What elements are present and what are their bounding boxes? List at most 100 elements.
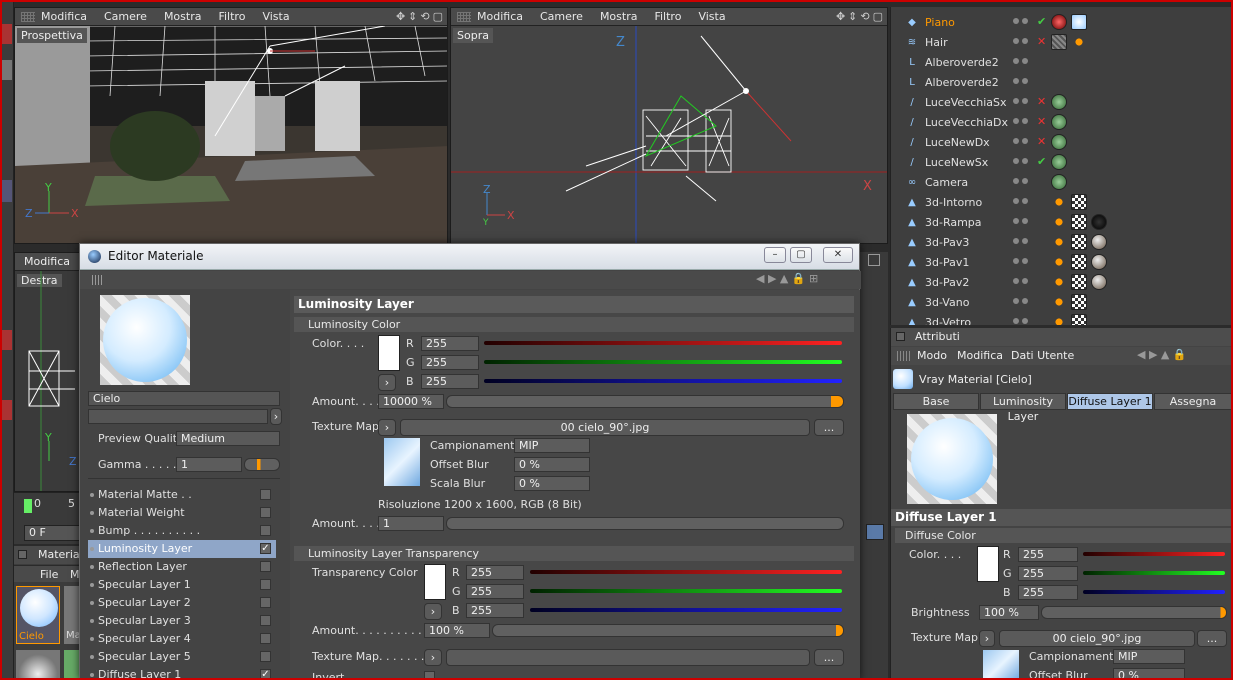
visibility-dots[interactable] xyxy=(1013,58,1028,64)
notes-arrow-button[interactable]: › xyxy=(270,408,282,425)
menu-mostra[interactable]: Mostra xyxy=(164,10,202,23)
viewport-right[interactable]: Modifica Destra Y Z xyxy=(14,252,84,492)
layer-item[interactable]: Diffuse Layer 1 ✓ xyxy=(88,666,276,680)
material-thumb-3[interactable] xyxy=(16,650,60,680)
visibility-dots[interactable] xyxy=(1013,158,1028,164)
object-row[interactable]: ▲ 3d-Vano xyxy=(891,292,1231,312)
amount-slider[interactable] xyxy=(446,395,844,408)
texture-tag-icon[interactable] xyxy=(1071,194,1087,210)
object-row[interactable]: ▲ 3d-Pav1 xyxy=(891,252,1231,272)
rotate-icon[interactable]: ⟲ xyxy=(420,10,429,23)
preview-quality-select[interactable]: Medium xyxy=(176,431,280,446)
texture-tag-icon[interactable] xyxy=(1071,34,1087,50)
texture-tag-icon[interactable] xyxy=(1071,214,1087,230)
tab-assegna[interactable]: Assegna xyxy=(1154,393,1232,410)
tab-luminosity-layer[interactable]: Luminosity Layer xyxy=(980,393,1066,423)
tag-icon[interactable] xyxy=(1051,174,1067,190)
viewport-top[interactable]: Modifica Camere Mostra Filtro Vista ✥ ⇕ ⟲ ▢… xyxy=(450,7,888,244)
texture-tag-icon[interactable] xyxy=(1071,314,1087,325)
r-field[interactable]: 255 xyxy=(1018,547,1078,562)
disabled-cross-icon[interactable]: ✕ xyxy=(1037,95,1046,108)
texture-tag-icon[interactable] xyxy=(1071,274,1087,290)
tg-field[interactable]: 255 xyxy=(466,584,524,599)
layer-checkbox[interactable] xyxy=(260,507,271,518)
tag-icon[interactable] xyxy=(1051,254,1067,270)
visibility-dots[interactable] xyxy=(1013,138,1028,144)
rotate-icon[interactable]: ⟲ xyxy=(860,10,869,23)
tool-icon[interactable] xyxy=(2,400,12,420)
nav-arrows-icon[interactable]: ◀ ▶ ▲ 🔒 ⊞ xyxy=(756,272,818,285)
texture-more-button[interactable]: ... xyxy=(1197,630,1227,647)
tag-icon[interactable] xyxy=(1051,134,1067,150)
move-icon[interactable]: ✥ xyxy=(836,10,845,23)
menu-modifica[interactable]: Modifica xyxy=(957,349,1003,362)
material-thumb-cielo[interactable]: Cielo xyxy=(16,586,60,644)
layer-checkbox[interactable] xyxy=(260,633,271,644)
sampling-select[interactable]: MIP xyxy=(1113,649,1185,664)
close-button[interactable]: ✕ xyxy=(823,247,853,263)
menu-camere[interactable]: Camere xyxy=(540,10,583,23)
visibility-dots[interactable] xyxy=(1013,298,1028,304)
maximize-button[interactable]: ▢ xyxy=(790,247,812,263)
amount3-field[interactable]: 100 % xyxy=(424,623,490,638)
invert-checkbox[interactable] xyxy=(424,671,435,680)
object-row[interactable]: / LuceVecchiaDx ✕ xyxy=(891,112,1231,132)
layer-checkbox[interactable] xyxy=(260,615,271,626)
menu-modifica[interactable]: Modifica xyxy=(41,10,87,23)
layer-checkbox[interactable] xyxy=(260,651,271,662)
r-slider[interactable] xyxy=(484,341,842,345)
panel-icon[interactable] xyxy=(868,254,880,266)
minimize-button[interactable]: – xyxy=(764,247,786,263)
material-tag-icon[interactable] xyxy=(1091,254,1107,270)
tr-field[interactable]: 255 xyxy=(466,565,524,580)
maximize-icon[interactable]: ▢ xyxy=(873,10,883,23)
layer-item[interactable]: Specular Layer 4 xyxy=(88,630,276,648)
object-row[interactable]: ▲ 3d-Pav3 xyxy=(891,232,1231,252)
object-row[interactable]: ◆ Piano ✔ xyxy=(891,12,1231,32)
object-row[interactable]: / LuceNewSx ✔ xyxy=(891,152,1231,172)
visibility-dots[interactable] xyxy=(1013,318,1028,324)
brightness-field[interactable]: 100 % xyxy=(979,605,1039,620)
texture-tag-icon[interactable] xyxy=(1071,14,1087,30)
material-tag-icon[interactable] xyxy=(1091,214,1107,230)
layer-checkbox[interactable] xyxy=(260,525,271,536)
visibility-dots[interactable] xyxy=(1013,258,1028,264)
tab-diffuse-layer-1[interactable]: Diffuse Layer 1 xyxy=(1067,393,1153,410)
object-row[interactable]: / LuceVecchiaSx ✕ xyxy=(891,92,1231,112)
layer-checkbox[interactable] xyxy=(260,579,271,590)
offset-field[interactable]: 0 % xyxy=(514,457,590,472)
b-field[interactable]: 255 xyxy=(1018,585,1078,600)
menu-modifica[interactable]: Modifica xyxy=(477,10,523,23)
object-row[interactable]: L Alberoverde2 xyxy=(891,72,1231,92)
texture-arrow-button[interactable]: › xyxy=(378,419,396,436)
menu-vista[interactable]: Vista xyxy=(698,10,725,23)
layer-checkbox[interactable] xyxy=(260,561,271,572)
tb-slider[interactable] xyxy=(530,608,842,612)
zoom-icon[interactable]: ⇕ xyxy=(408,10,417,23)
material-tag-icon[interactable] xyxy=(1091,274,1107,290)
color-expand-button[interactable]: › xyxy=(378,374,396,391)
menu-vista[interactable]: Vista xyxy=(262,10,289,23)
material-notes-field[interactable] xyxy=(88,409,268,424)
menu-file[interactable]: File xyxy=(40,568,58,581)
texture2-file-button[interactable] xyxy=(446,649,810,666)
texture-tag-icon[interactable] xyxy=(1071,254,1087,270)
visibility-dots[interactable] xyxy=(1013,78,1028,84)
layer-item[interactable]: Specular Layer 5 xyxy=(88,648,276,666)
enabled-check-icon[interactable]: ✔ xyxy=(1037,15,1046,28)
visibility-dots[interactable] xyxy=(1013,198,1028,204)
layer-checkbox[interactable] xyxy=(260,597,271,608)
layer-checkbox[interactable] xyxy=(260,489,271,500)
layer-item[interactable]: Specular Layer 1 xyxy=(88,576,276,594)
visibility-dots[interactable] xyxy=(1013,178,1028,184)
layer-item[interactable]: Specular Layer 3 xyxy=(88,612,276,630)
maximize-icon[interactable]: ▢ xyxy=(433,10,443,23)
tab-base[interactable]: Base xyxy=(893,393,979,410)
gamma-slider[interactable] xyxy=(244,458,280,471)
texture-arrow-button[interactable]: › xyxy=(979,630,995,647)
layer-item[interactable]: Reflection Layer xyxy=(88,558,276,576)
texture-more-button[interactable]: ... xyxy=(814,419,844,436)
menu-modifica[interactable]: Modifica xyxy=(24,255,70,268)
gamma-field[interactable]: 1 xyxy=(176,457,242,472)
tool-icon[interactable] xyxy=(2,24,12,44)
